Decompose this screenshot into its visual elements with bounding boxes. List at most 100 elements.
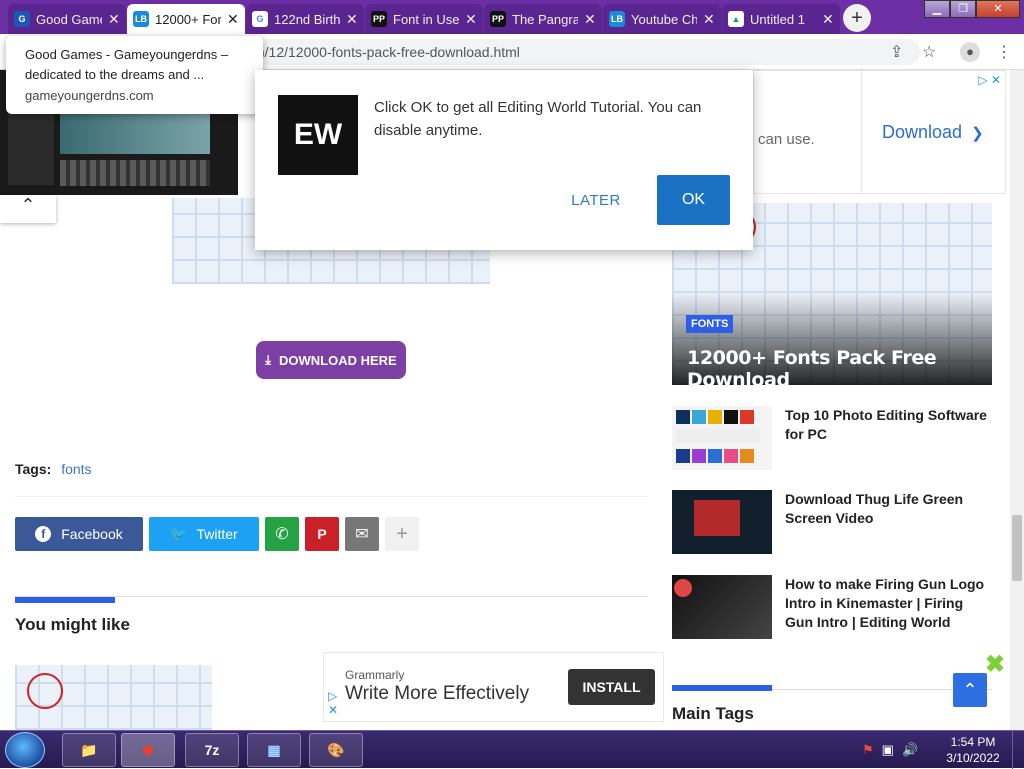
close-icon[interactable]: ✕ xyxy=(703,11,715,28)
show-desktop-button[interactable] xyxy=(1012,731,1024,769)
sidebar-post[interactable]: Top 10 Photo Editing Software for PC xyxy=(672,406,1002,472)
whatsapp-share-button[interactable]: ✆ xyxy=(265,517,299,551)
sidebar-post[interactable]: Download Thug Life Green Screen Video xyxy=(672,490,1002,556)
download-here-button[interactable]: ⤓ DOWNLOAD HERE xyxy=(256,341,406,379)
close-ad-icon[interactable]: ✖ xyxy=(985,650,1005,679)
ew-logo: EW xyxy=(278,95,358,175)
7zip-taskbar-icon[interactable]: 7z xyxy=(185,733,239,767)
close-icon[interactable]: ✕ xyxy=(227,11,239,28)
tab-the-pangram[interactable]: PP The Pangram ✕ xyxy=(484,4,602,34)
close-icon[interactable]: ✕ xyxy=(584,11,596,28)
push-notification-prompt: EW Click OK to get all Editing World Tut… xyxy=(255,70,753,250)
post-title[interactable]: Top 10 Photo Editing Software for PC xyxy=(785,406,995,444)
taskbar-clock[interactable]: 1:54 PM 3/10/2022 xyxy=(940,734,1006,766)
install-button[interactable]: INSTALL xyxy=(568,669,655,705)
chrome-taskbar-icon[interactable]: ● xyxy=(121,733,175,767)
facebook-label: Facebook xyxy=(61,526,123,542)
clock-time: 1:54 PM xyxy=(950,735,996,749)
back-to-top-button[interactable]: ⌃ xyxy=(953,673,987,707)
tab-fonts-pack[interactable]: LB 12000+ Fonts Pack Free Download ✕ xyxy=(127,4,245,34)
close-icon[interactable]: ✕ xyxy=(346,11,358,28)
main-tags-heading: Main Tags xyxy=(672,704,754,723)
lb-favicon-icon: LB xyxy=(133,11,149,27)
chevron-right-icon: ❯ xyxy=(971,125,984,142)
tab-strip: G Good Games - Gameyoungerdns ✕ LB 12000… xyxy=(0,0,1024,34)
whatsapp-icon: ✆ xyxy=(275,526,289,543)
more-share-button[interactable]: + xyxy=(385,517,419,551)
star-icon[interactable]: ☆ xyxy=(922,42,936,62)
profile-icon[interactable]: ● xyxy=(960,42,980,62)
ad-download-link[interactable]: Download ❯ xyxy=(882,122,984,143)
tab-title: Good Games - Gameyoungerdns xyxy=(36,11,102,27)
tab-title: 12000+ Fonts Pack Free Download xyxy=(155,11,221,27)
google-favicon-icon: G xyxy=(252,11,268,27)
category-badge[interactable]: FONTS xyxy=(686,315,734,333)
mail-icon: ✉ xyxy=(355,526,369,543)
lb-favicon-icon: LB xyxy=(609,11,625,27)
volume-icon[interactable]: 🔊 xyxy=(902,742,918,758)
good-games-favicon-icon: G xyxy=(14,11,30,27)
page-scrollbar[interactable] xyxy=(1010,70,1024,730)
featured-title[interactable]: 12000+ Fonts Pack Free Download xyxy=(687,347,1010,391)
close-icon[interactable]: ✕ xyxy=(465,11,477,28)
start-button[interactable] xyxy=(5,732,45,768)
maximize-icon[interactable]: ❐ xyxy=(950,0,976,18)
tag-link-fonts[interactable]: fonts xyxy=(61,461,91,477)
tab-title: Youtube Channel xyxy=(631,11,697,27)
top-ad-banner[interactable]: can use. Download ❯ ▷ ✕ xyxy=(753,70,1006,195)
paint-taskbar-icon[interactable]: 🎨 xyxy=(309,733,363,767)
new-tab-button[interactable]: + xyxy=(843,4,871,32)
pp-favicon-icon: PP xyxy=(371,11,387,27)
pinterest-icon: P xyxy=(317,526,327,542)
tab-title: Untitled 1 xyxy=(750,11,805,27)
post-title[interactable]: How to make Firing Gun Logo Intro in Kin… xyxy=(785,575,995,632)
twitter-icon: 🐦 xyxy=(170,526,187,541)
facebook-share-button[interactable]: f Facebook xyxy=(15,517,143,551)
collapse-video-button[interactable]: ⌃ xyxy=(0,195,56,223)
notification-message: Click OK to get all Editing World Tutori… xyxy=(374,99,702,139)
post-thumbnail xyxy=(672,490,772,554)
scrollbar-thumb[interactable] xyxy=(1012,515,1022,581)
hover-card-title: Good Games - Gameyoungerdns – dedicated … xyxy=(25,47,229,82)
windows-taskbar: 📁 ● 7z ▦ 🎨 ⚑ ▣ 🔊 1:54 PM 3/10/2022 xyxy=(0,730,1024,769)
network-icon[interactable]: ▣ xyxy=(882,742,894,758)
tab-font-in-use[interactable]: PP Font in Use ✕ xyxy=(365,4,483,34)
related-post-thumbnail[interactable] xyxy=(15,665,212,730)
facebook-icon: f xyxy=(35,526,52,542)
ad-choices-icon[interactable]: ▷ ✕ xyxy=(978,73,1001,87)
section-accent-bar xyxy=(15,597,115,603)
ad-brand: Grammarly xyxy=(345,668,405,682)
minimize-icon[interactable]: ▁ xyxy=(924,0,950,18)
share-icon[interactable]: ⇪ xyxy=(890,42,903,62)
tab-untitled[interactable]: ▲ Untitled 1 ✕ xyxy=(722,4,840,34)
action-center-icon[interactable]: ⚑ xyxy=(862,742,874,758)
tab-youtube-channel[interactable]: LB Youtube Channel ✕ xyxy=(603,4,721,34)
system-tray: ⚑ ▣ 🔊 xyxy=(862,731,918,769)
twitter-share-button[interactable]: 🐦 Twitter xyxy=(149,517,259,551)
window-close-icon[interactable]: ✕ xyxy=(976,0,1020,18)
ad-choices-icon[interactable]: ▷ ✕ xyxy=(328,689,338,717)
tags-row: Tags: fonts xyxy=(15,461,92,477)
file-explorer-taskbar-icon[interactable]: 📁 xyxy=(62,733,116,767)
hover-card-url: gameyoungerdns.com xyxy=(25,88,154,103)
grammarly-ad-banner[interactable]: Grammarly Write More Effectively INSTALL… xyxy=(323,652,664,722)
address-bar[interactable]: )/12/12000-fonts-pack-free-download.html xyxy=(240,39,920,65)
sidebar-post[interactable]: How to make Firing Gun Logo Intro in Kin… xyxy=(672,575,1002,641)
email-share-button[interactable]: ✉ xyxy=(345,517,379,551)
tab-google-doodle[interactable]: G 122nd Birthday ✕ xyxy=(246,4,364,34)
control-panel-taskbar-icon[interactable]: ▦ xyxy=(247,733,301,767)
pp-favicon-icon: PP xyxy=(490,11,506,27)
close-icon[interactable]: ✕ xyxy=(108,11,120,28)
tags-label: Tags: xyxy=(15,461,52,477)
pinterest-share-button[interactable]: P xyxy=(305,517,339,551)
later-button[interactable]: LATER xyxy=(561,175,631,225)
menu-icon[interactable]: ⋮ xyxy=(996,42,1012,62)
drive-favicon-icon: ▲ xyxy=(728,11,744,27)
chevron-up-icon: ⌃ xyxy=(20,195,36,215)
tab-title: Font in Use xyxy=(393,11,459,27)
close-icon[interactable]: ✕ xyxy=(822,11,834,28)
divider xyxy=(15,496,648,497)
ok-button[interactable]: OK xyxy=(657,175,730,225)
post-title[interactable]: Download Thug Life Green Screen Video xyxy=(785,490,995,528)
tab-good-games[interactable]: G Good Games - Gameyoungerdns ✕ xyxy=(8,4,126,34)
